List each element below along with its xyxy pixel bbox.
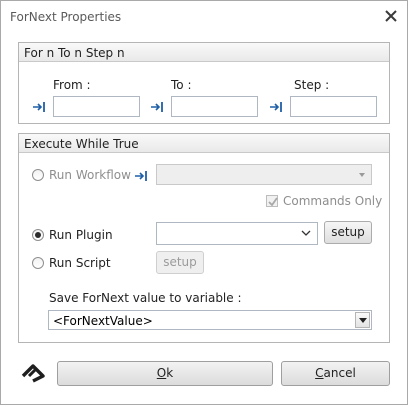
script-setup-button: setup bbox=[156, 251, 204, 274]
from-label: From : bbox=[53, 78, 91, 92]
to-input[interactable] bbox=[171, 96, 258, 117]
cancel-button[interactable]: Cancel bbox=[281, 361, 390, 386]
commands-only-label: Commands Only bbox=[283, 194, 383, 208]
window-title: ForNext Properties bbox=[10, 10, 122, 24]
save-variable-label: Save ForNext value to variable : bbox=[49, 291, 242, 305]
from-input[interactable] bbox=[53, 96, 140, 117]
execute-group-header: Execute While True bbox=[19, 134, 389, 153]
variable-insert-icon[interactable] bbox=[269, 101, 284, 113]
save-variable-value: <ForNextValue> bbox=[53, 314, 153, 328]
close-icon[interactable] bbox=[383, 8, 399, 24]
plugin-select[interactable] bbox=[156, 222, 318, 245]
run-script-radio[interactable] bbox=[32, 257, 44, 269]
for-group-header: For n To n Step n bbox=[19, 43, 389, 62]
chevron-down-icon bbox=[301, 230, 311, 236]
for-group-title: For n To n Step n bbox=[24, 46, 125, 60]
commands-only-checkbox bbox=[266, 195, 278, 207]
plugin-setup-button[interactable]: setup bbox=[324, 221, 372, 244]
execute-group: Execute While True Run Workflow Commands… bbox=[18, 133, 390, 343]
to-label: To : bbox=[171, 78, 192, 92]
dropdown-arrow-icon[interactable] bbox=[355, 312, 370, 328]
step-label: Step : bbox=[294, 78, 330, 92]
variable-insert-icon[interactable] bbox=[150, 101, 165, 113]
run-plugin-radio[interactable] bbox=[32, 229, 44, 241]
for-group: For n To n Step n From : To : Step : bbox=[18, 42, 390, 124]
save-variable-select[interactable]: <ForNextValue> bbox=[48, 310, 372, 330]
variable-insert-icon bbox=[135, 171, 147, 181]
run-workflow-radio[interactable] bbox=[32, 169, 44, 181]
variable-insert-icon[interactable] bbox=[32, 101, 47, 113]
properties-window: ForNext Properties For n To n Step n Fro… bbox=[0, 0, 408, 405]
workflow-select bbox=[156, 164, 372, 185]
execute-group-title: Execute While True bbox=[24, 137, 139, 151]
run-script-label[interactable]: Run Script bbox=[49, 256, 111, 270]
ok-button[interactable]: Ok bbox=[57, 361, 273, 386]
run-workflow-label[interactable]: Run Workflow bbox=[49, 168, 131, 182]
step-input[interactable] bbox=[290, 96, 377, 117]
run-plugin-label[interactable]: Run Plugin bbox=[49, 228, 113, 242]
chevron-down-icon bbox=[359, 173, 365, 177]
app-logo-icon bbox=[21, 364, 45, 383]
title-bar: ForNext Properties bbox=[1, 1, 407, 31]
checkmark-icon bbox=[268, 197, 278, 207]
